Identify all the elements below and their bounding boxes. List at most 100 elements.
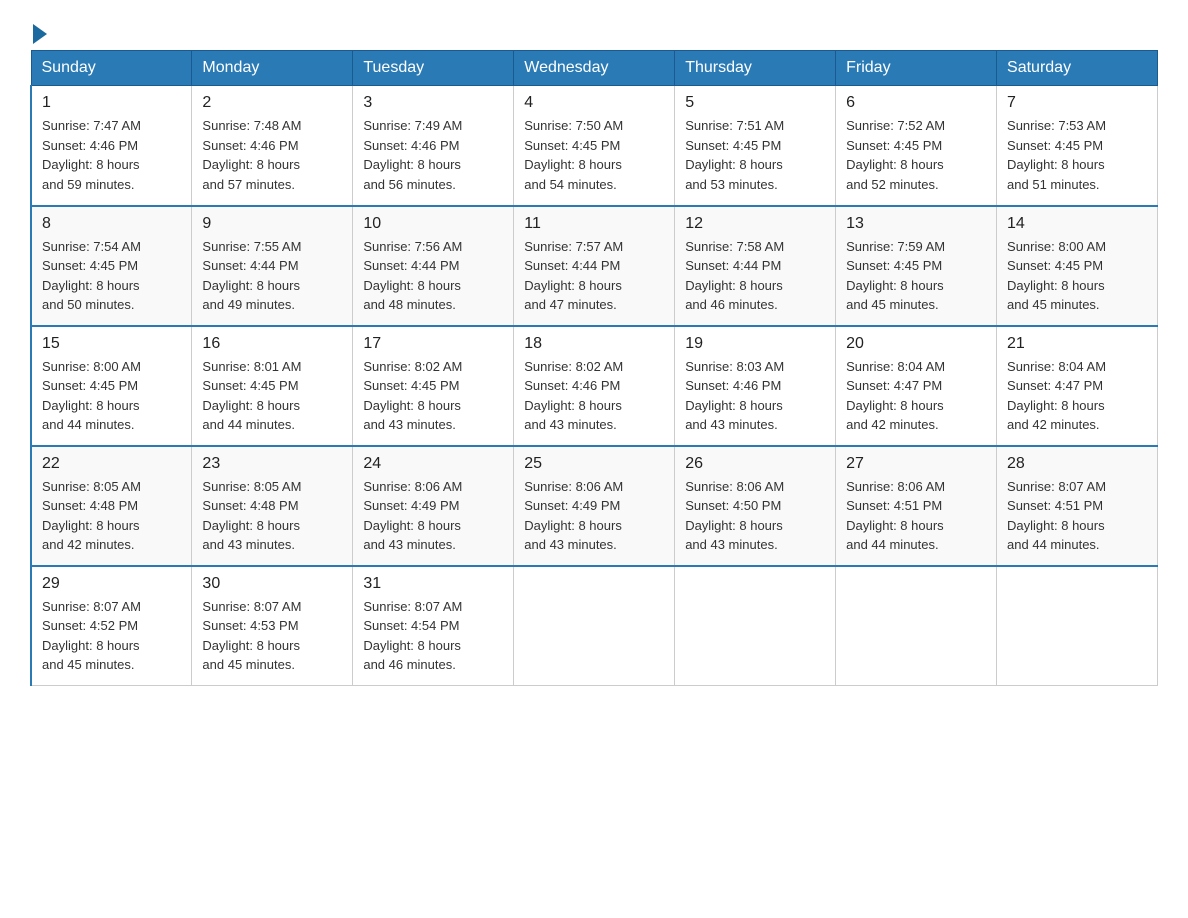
- day-info: Sunrise: 8:04 AM Sunset: 4:47 PM Dayligh…: [1007, 357, 1147, 435]
- day-info: Sunrise: 8:06 AM Sunset: 4:51 PM Dayligh…: [846, 477, 986, 555]
- calendar-cell: 10 Sunrise: 7:56 AM Sunset: 4:44 PM Dayl…: [353, 206, 514, 326]
- calendar-cell: 15 Sunrise: 8:00 AM Sunset: 4:45 PM Dayl…: [31, 326, 192, 446]
- weekday-header-sunday: Sunday: [31, 51, 192, 86]
- calendar-cell: 22 Sunrise: 8:05 AM Sunset: 4:48 PM Dayl…: [31, 446, 192, 566]
- calendar-cell: 9 Sunrise: 7:55 AM Sunset: 4:44 PM Dayli…: [192, 206, 353, 326]
- day-info: Sunrise: 7:48 AM Sunset: 4:46 PM Dayligh…: [202, 116, 342, 194]
- day-number: 9: [202, 215, 342, 233]
- day-number: 3: [363, 94, 503, 112]
- day-number: 19: [685, 335, 825, 353]
- day-number: 26: [685, 455, 825, 473]
- page-header: [30, 20, 1158, 40]
- day-number: 12: [685, 215, 825, 233]
- day-info: Sunrise: 7:57 AM Sunset: 4:44 PM Dayligh…: [524, 237, 664, 315]
- day-info: Sunrise: 8:07 AM Sunset: 4:53 PM Dayligh…: [202, 597, 342, 675]
- calendar-cell: 6 Sunrise: 7:52 AM Sunset: 4:45 PM Dayli…: [836, 86, 997, 206]
- day-info: Sunrise: 7:47 AM Sunset: 4:46 PM Dayligh…: [42, 116, 181, 194]
- calendar-body: 1 Sunrise: 7:47 AM Sunset: 4:46 PM Dayli…: [31, 86, 1158, 686]
- day-number: 10: [363, 215, 503, 233]
- calendar-week-row: 8 Sunrise: 7:54 AM Sunset: 4:45 PM Dayli…: [31, 206, 1158, 326]
- calendar-header: SundayMondayTuesdayWednesdayThursdayFrid…: [31, 51, 1158, 86]
- day-number: 14: [1007, 215, 1147, 233]
- calendar-cell: 11 Sunrise: 7:57 AM Sunset: 4:44 PM Dayl…: [514, 206, 675, 326]
- calendar-cell: [675, 566, 836, 686]
- day-info: Sunrise: 8:04 AM Sunset: 4:47 PM Dayligh…: [846, 357, 986, 435]
- day-number: 27: [846, 455, 986, 473]
- calendar-cell: 30 Sunrise: 8:07 AM Sunset: 4:53 PM Dayl…: [192, 566, 353, 686]
- calendar-cell: 12 Sunrise: 7:58 AM Sunset: 4:44 PM Dayl…: [675, 206, 836, 326]
- calendar-cell: 8 Sunrise: 7:54 AM Sunset: 4:45 PM Dayli…: [31, 206, 192, 326]
- day-number: 21: [1007, 335, 1147, 353]
- calendar-cell: 7 Sunrise: 7:53 AM Sunset: 4:45 PM Dayli…: [997, 86, 1158, 206]
- day-number: 2: [202, 94, 342, 112]
- day-info: Sunrise: 8:00 AM Sunset: 4:45 PM Dayligh…: [42, 357, 181, 435]
- calendar-table: SundayMondayTuesdayWednesdayThursdayFrid…: [30, 50, 1158, 686]
- day-info: Sunrise: 7:52 AM Sunset: 4:45 PM Dayligh…: [846, 116, 986, 194]
- calendar-cell: [514, 566, 675, 686]
- day-info: Sunrise: 7:58 AM Sunset: 4:44 PM Dayligh…: [685, 237, 825, 315]
- day-info: Sunrise: 8:00 AM Sunset: 4:45 PM Dayligh…: [1007, 237, 1147, 315]
- day-info: Sunrise: 8:05 AM Sunset: 4:48 PM Dayligh…: [202, 477, 342, 555]
- logo-arrow-icon: [33, 24, 47, 44]
- weekday-header-tuesday: Tuesday: [353, 51, 514, 86]
- day-info: Sunrise: 8:07 AM Sunset: 4:52 PM Dayligh…: [42, 597, 181, 675]
- day-info: Sunrise: 8:06 AM Sunset: 4:49 PM Dayligh…: [524, 477, 664, 555]
- day-number: 28: [1007, 455, 1147, 473]
- day-number: 1: [42, 94, 181, 112]
- calendar-cell: 3 Sunrise: 7:49 AM Sunset: 4:46 PM Dayli…: [353, 86, 514, 206]
- calendar-cell: 18 Sunrise: 8:02 AM Sunset: 4:46 PM Dayl…: [514, 326, 675, 446]
- calendar-cell: 19 Sunrise: 8:03 AM Sunset: 4:46 PM Dayl…: [675, 326, 836, 446]
- calendar-cell: 20 Sunrise: 8:04 AM Sunset: 4:47 PM Dayl…: [836, 326, 997, 446]
- calendar-cell: 5 Sunrise: 7:51 AM Sunset: 4:45 PM Dayli…: [675, 86, 836, 206]
- day-info: Sunrise: 8:02 AM Sunset: 4:46 PM Dayligh…: [524, 357, 664, 435]
- calendar-cell: 16 Sunrise: 8:01 AM Sunset: 4:45 PM Dayl…: [192, 326, 353, 446]
- calendar-cell: 17 Sunrise: 8:02 AM Sunset: 4:45 PM Dayl…: [353, 326, 514, 446]
- calendar-week-row: 29 Sunrise: 8:07 AM Sunset: 4:52 PM Dayl…: [31, 566, 1158, 686]
- day-info: Sunrise: 8:02 AM Sunset: 4:45 PM Dayligh…: [363, 357, 503, 435]
- day-info: Sunrise: 7:51 AM Sunset: 4:45 PM Dayligh…: [685, 116, 825, 194]
- day-info: Sunrise: 7:50 AM Sunset: 4:45 PM Dayligh…: [524, 116, 664, 194]
- day-number: 16: [202, 335, 342, 353]
- calendar-cell: 29 Sunrise: 8:07 AM Sunset: 4:52 PM Dayl…: [31, 566, 192, 686]
- calendar-week-row: 15 Sunrise: 8:00 AM Sunset: 4:45 PM Dayl…: [31, 326, 1158, 446]
- day-number: 30: [202, 575, 342, 593]
- day-number: 25: [524, 455, 664, 473]
- day-info: Sunrise: 8:07 AM Sunset: 4:54 PM Dayligh…: [363, 597, 503, 675]
- day-number: 20: [846, 335, 986, 353]
- day-number: 31: [363, 575, 503, 593]
- calendar-cell: 4 Sunrise: 7:50 AM Sunset: 4:45 PM Dayli…: [514, 86, 675, 206]
- day-info: Sunrise: 7:55 AM Sunset: 4:44 PM Dayligh…: [202, 237, 342, 315]
- calendar-cell: 31 Sunrise: 8:07 AM Sunset: 4:54 PM Dayl…: [353, 566, 514, 686]
- day-info: Sunrise: 8:06 AM Sunset: 4:49 PM Dayligh…: [363, 477, 503, 555]
- day-number: 18: [524, 335, 664, 353]
- day-number: 5: [685, 94, 825, 112]
- calendar-cell: 1 Sunrise: 7:47 AM Sunset: 4:46 PM Dayli…: [31, 86, 192, 206]
- day-number: 8: [42, 215, 181, 233]
- day-info: Sunrise: 7:53 AM Sunset: 4:45 PM Dayligh…: [1007, 116, 1147, 194]
- weekday-header-friday: Friday: [836, 51, 997, 86]
- calendar-cell: 27 Sunrise: 8:06 AM Sunset: 4:51 PM Dayl…: [836, 446, 997, 566]
- calendar-cell: [836, 566, 997, 686]
- logo: [30, 20, 47, 40]
- calendar-cell: [997, 566, 1158, 686]
- day-number: 13: [846, 215, 986, 233]
- calendar-cell: 26 Sunrise: 8:06 AM Sunset: 4:50 PM Dayl…: [675, 446, 836, 566]
- calendar-week-row: 1 Sunrise: 7:47 AM Sunset: 4:46 PM Dayli…: [31, 86, 1158, 206]
- day-info: Sunrise: 8:07 AM Sunset: 4:51 PM Dayligh…: [1007, 477, 1147, 555]
- weekday-header-wednesday: Wednesday: [514, 51, 675, 86]
- calendar-cell: 21 Sunrise: 8:04 AM Sunset: 4:47 PM Dayl…: [997, 326, 1158, 446]
- day-info: Sunrise: 7:49 AM Sunset: 4:46 PM Dayligh…: [363, 116, 503, 194]
- calendar-cell: 28 Sunrise: 8:07 AM Sunset: 4:51 PM Dayl…: [997, 446, 1158, 566]
- day-info: Sunrise: 8:06 AM Sunset: 4:50 PM Dayligh…: [685, 477, 825, 555]
- day-info: Sunrise: 8:01 AM Sunset: 4:45 PM Dayligh…: [202, 357, 342, 435]
- day-number: 6: [846, 94, 986, 112]
- day-number: 4: [524, 94, 664, 112]
- day-info: Sunrise: 7:56 AM Sunset: 4:44 PM Dayligh…: [363, 237, 503, 315]
- weekday-header-row: SundayMondayTuesdayWednesdayThursdayFrid…: [31, 51, 1158, 86]
- day-number: 15: [42, 335, 181, 353]
- day-number: 22: [42, 455, 181, 473]
- day-info: Sunrise: 7:54 AM Sunset: 4:45 PM Dayligh…: [42, 237, 181, 315]
- calendar-cell: 14 Sunrise: 8:00 AM Sunset: 4:45 PM Dayl…: [997, 206, 1158, 326]
- day-number: 11: [524, 215, 664, 233]
- day-number: 29: [42, 575, 181, 593]
